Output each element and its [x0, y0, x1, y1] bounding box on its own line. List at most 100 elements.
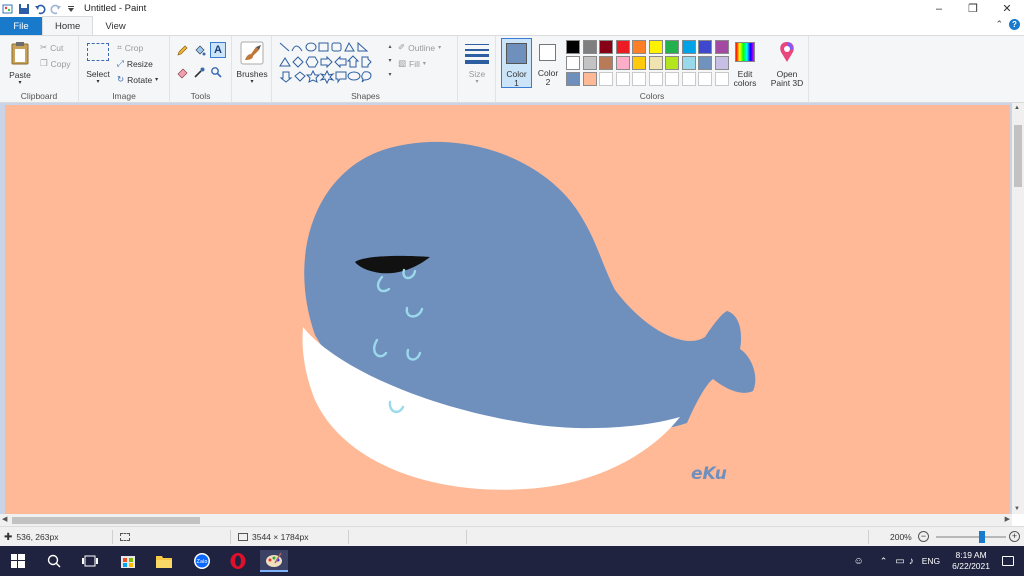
palette-swatch[interactable] [681, 72, 696, 86]
palette-swatch[interactable] [665, 72, 679, 86]
size-group: Size ▾ [458, 36, 496, 103]
palette-swatch[interactable] [648, 72, 663, 86]
shapes-scroll[interactable]: ▴ ▾ ▾ [386, 40, 394, 86]
palette-swatch[interactable] [615, 40, 630, 54]
save-icon[interactable] [18, 3, 30, 15]
palette-swatch[interactable] [698, 40, 712, 54]
palette-swatch[interactable] [632, 40, 646, 54]
pencil-icon[interactable] [176, 44, 189, 59]
restore-button[interactable]: ❐ [956, 0, 990, 17]
notifications-icon[interactable] [1002, 556, 1014, 566]
paste-button[interactable]: Paste ▾ [4, 39, 36, 87]
palette-swatch[interactable] [665, 40, 679, 54]
start-button[interactable] [4, 550, 32, 572]
drawing-canvas[interactable]: eKu [5, 105, 1010, 514]
redo-icon[interactable] [50, 3, 62, 15]
scroll-down-icon[interactable]: ▼ [1014, 506, 1020, 512]
zoom-slider[interactable] [936, 531, 1006, 543]
palette-swatch[interactable] [566, 56, 580, 70]
show-hidden-icons-icon[interactable]: ⌃ [880, 556, 888, 567]
palette-swatch[interactable] [681, 40, 696, 54]
outline-button[interactable]: ✐ Outline ▾ [398, 42, 441, 53]
scroll-up-icon[interactable]: ▲ [1014, 105, 1020, 111]
palette-swatch[interactable] [698, 56, 712, 70]
brushes-button[interactable]: Brushes ▾ [234, 39, 270, 87]
palette-swatch[interactable] [665, 56, 679, 70]
palette-swatch[interactable] [632, 72, 646, 86]
edit-colors-button[interactable]: Edit colors [731, 39, 759, 89]
palette-swatch[interactable] [599, 56, 613, 70]
taskbar-file-explorer[interactable] [150, 550, 178, 572]
palette-swatch[interactable] [582, 72, 597, 86]
palette-swatch[interactable] [615, 56, 630, 70]
palette-swatch[interactable] [582, 40, 597, 54]
search-button[interactable] [40, 550, 68, 572]
palette-swatch[interactable] [615, 72, 630, 86]
taskbar-paint[interactable] [260, 550, 288, 572]
text-tool-icon[interactable]: A [210, 42, 226, 58]
copy-label: Copy [50, 58, 71, 69]
collapse-ribbon-icon[interactable]: ⌃ [995, 19, 1003, 30]
taskbar-zalo[interactable]: Zalo [188, 550, 216, 572]
task-view-button[interactable] [76, 550, 104, 572]
undo-icon[interactable] [34, 3, 46, 15]
select-button[interactable]: Select ▾ [83, 39, 113, 87]
color-picker-icon[interactable] [193, 66, 206, 81]
palette-swatch[interactable] [599, 72, 613, 86]
task-view-icon [82, 555, 98, 567]
customize-qa-icon[interactable] [66, 3, 78, 15]
clock[interactable]: 8:19 AM 6/22/2021 [952, 550, 990, 572]
shapes-gallery[interactable] [278, 41, 392, 87]
palette-swatch[interactable] [632, 56, 646, 70]
open-paint3d-button[interactable]: Open Paint 3D [766, 39, 808, 89]
size-button[interactable]: Size ▾ [462, 40, 492, 88]
battery-icon[interactable]: ▭ [895, 556, 904, 567]
palette-swatch[interactable] [648, 40, 663, 54]
zoom-out-button[interactable]: − [918, 531, 929, 542]
eraser-icon[interactable] [176, 66, 189, 81]
clipboard-group: Paste ▾ ✂ Cut ❐ Copy Clipboard [0, 36, 79, 103]
palette-swatch[interactable] [714, 56, 729, 70]
volume-icon[interactable]: ♪ [909, 556, 914, 567]
zoom-slider-thumb[interactable] [978, 531, 985, 543]
scroll-left-icon[interactable]: ◀ [2, 515, 7, 523]
fill-bucket-icon[interactable] [193, 44, 206, 59]
tab-file[interactable]: File [0, 17, 42, 35]
vertical-scroll-thumb[interactable] [1014, 125, 1022, 187]
tab-home[interactable]: Home [42, 16, 94, 35]
input-language[interactable]: ENG [922, 556, 940, 566]
crop-button[interactable]: ⌗ Crop [117, 42, 143, 53]
palette-swatch[interactable] [599, 40, 613, 54]
people-icon[interactable]: ☺ [854, 556, 864, 567]
vertical-scrollbar[interactable]: ▲ ▼ [1012, 103, 1024, 514]
size-dropdown-icon: ▾ [475, 79, 479, 85]
taskbar-store-app[interactable] [114, 550, 142, 572]
palette-swatch[interactable] [714, 40, 729, 54]
magnifier-icon[interactable] [210, 66, 223, 81]
palette-swatch[interactable] [681, 56, 696, 70]
minimize-button[interactable]: – [922, 0, 956, 17]
color1-button[interactable]: Color 1 [501, 38, 532, 88]
resize-button[interactable]: ⤢ Resize [117, 58, 153, 69]
palette-swatch[interactable] [714, 72, 729, 86]
palette-swatch[interactable] [582, 56, 597, 70]
cut-button[interactable]: ✂ Cut [40, 42, 63, 53]
fill-button[interactable]: ▧ Fill ▾ [398, 58, 426, 69]
resize-icon: ⤢ [117, 58, 124, 68]
palette-swatch[interactable] [566, 40, 580, 54]
color2-button[interactable]: Color 2 [534, 38, 562, 88]
palette-swatch[interactable] [648, 56, 663, 70]
rotate-button[interactable]: ↻ Rotate ▾ [117, 74, 158, 85]
palette-swatch[interactable] [566, 72, 580, 86]
palette-swatch[interactable] [698, 72, 712, 86]
horizontal-scrollbar[interactable]: ◀ ▶ [0, 514, 1012, 526]
scroll-right-icon[interactable]: ▶ [1005, 515, 1010, 523]
zoom-in-button[interactable]: + [1009, 531, 1020, 542]
copy-button[interactable]: ❐ Copy [40, 58, 70, 69]
help-icon[interactable]: ? [1009, 19, 1020, 30]
horizontal-scroll-thumb[interactable] [12, 517, 200, 524]
taskbar-opera[interactable] [224, 550, 252, 572]
tab-view[interactable]: View [93, 17, 137, 35]
close-button[interactable]: ✕ [990, 0, 1024, 17]
paint-app-icon[interactable] [2, 3, 14, 15]
